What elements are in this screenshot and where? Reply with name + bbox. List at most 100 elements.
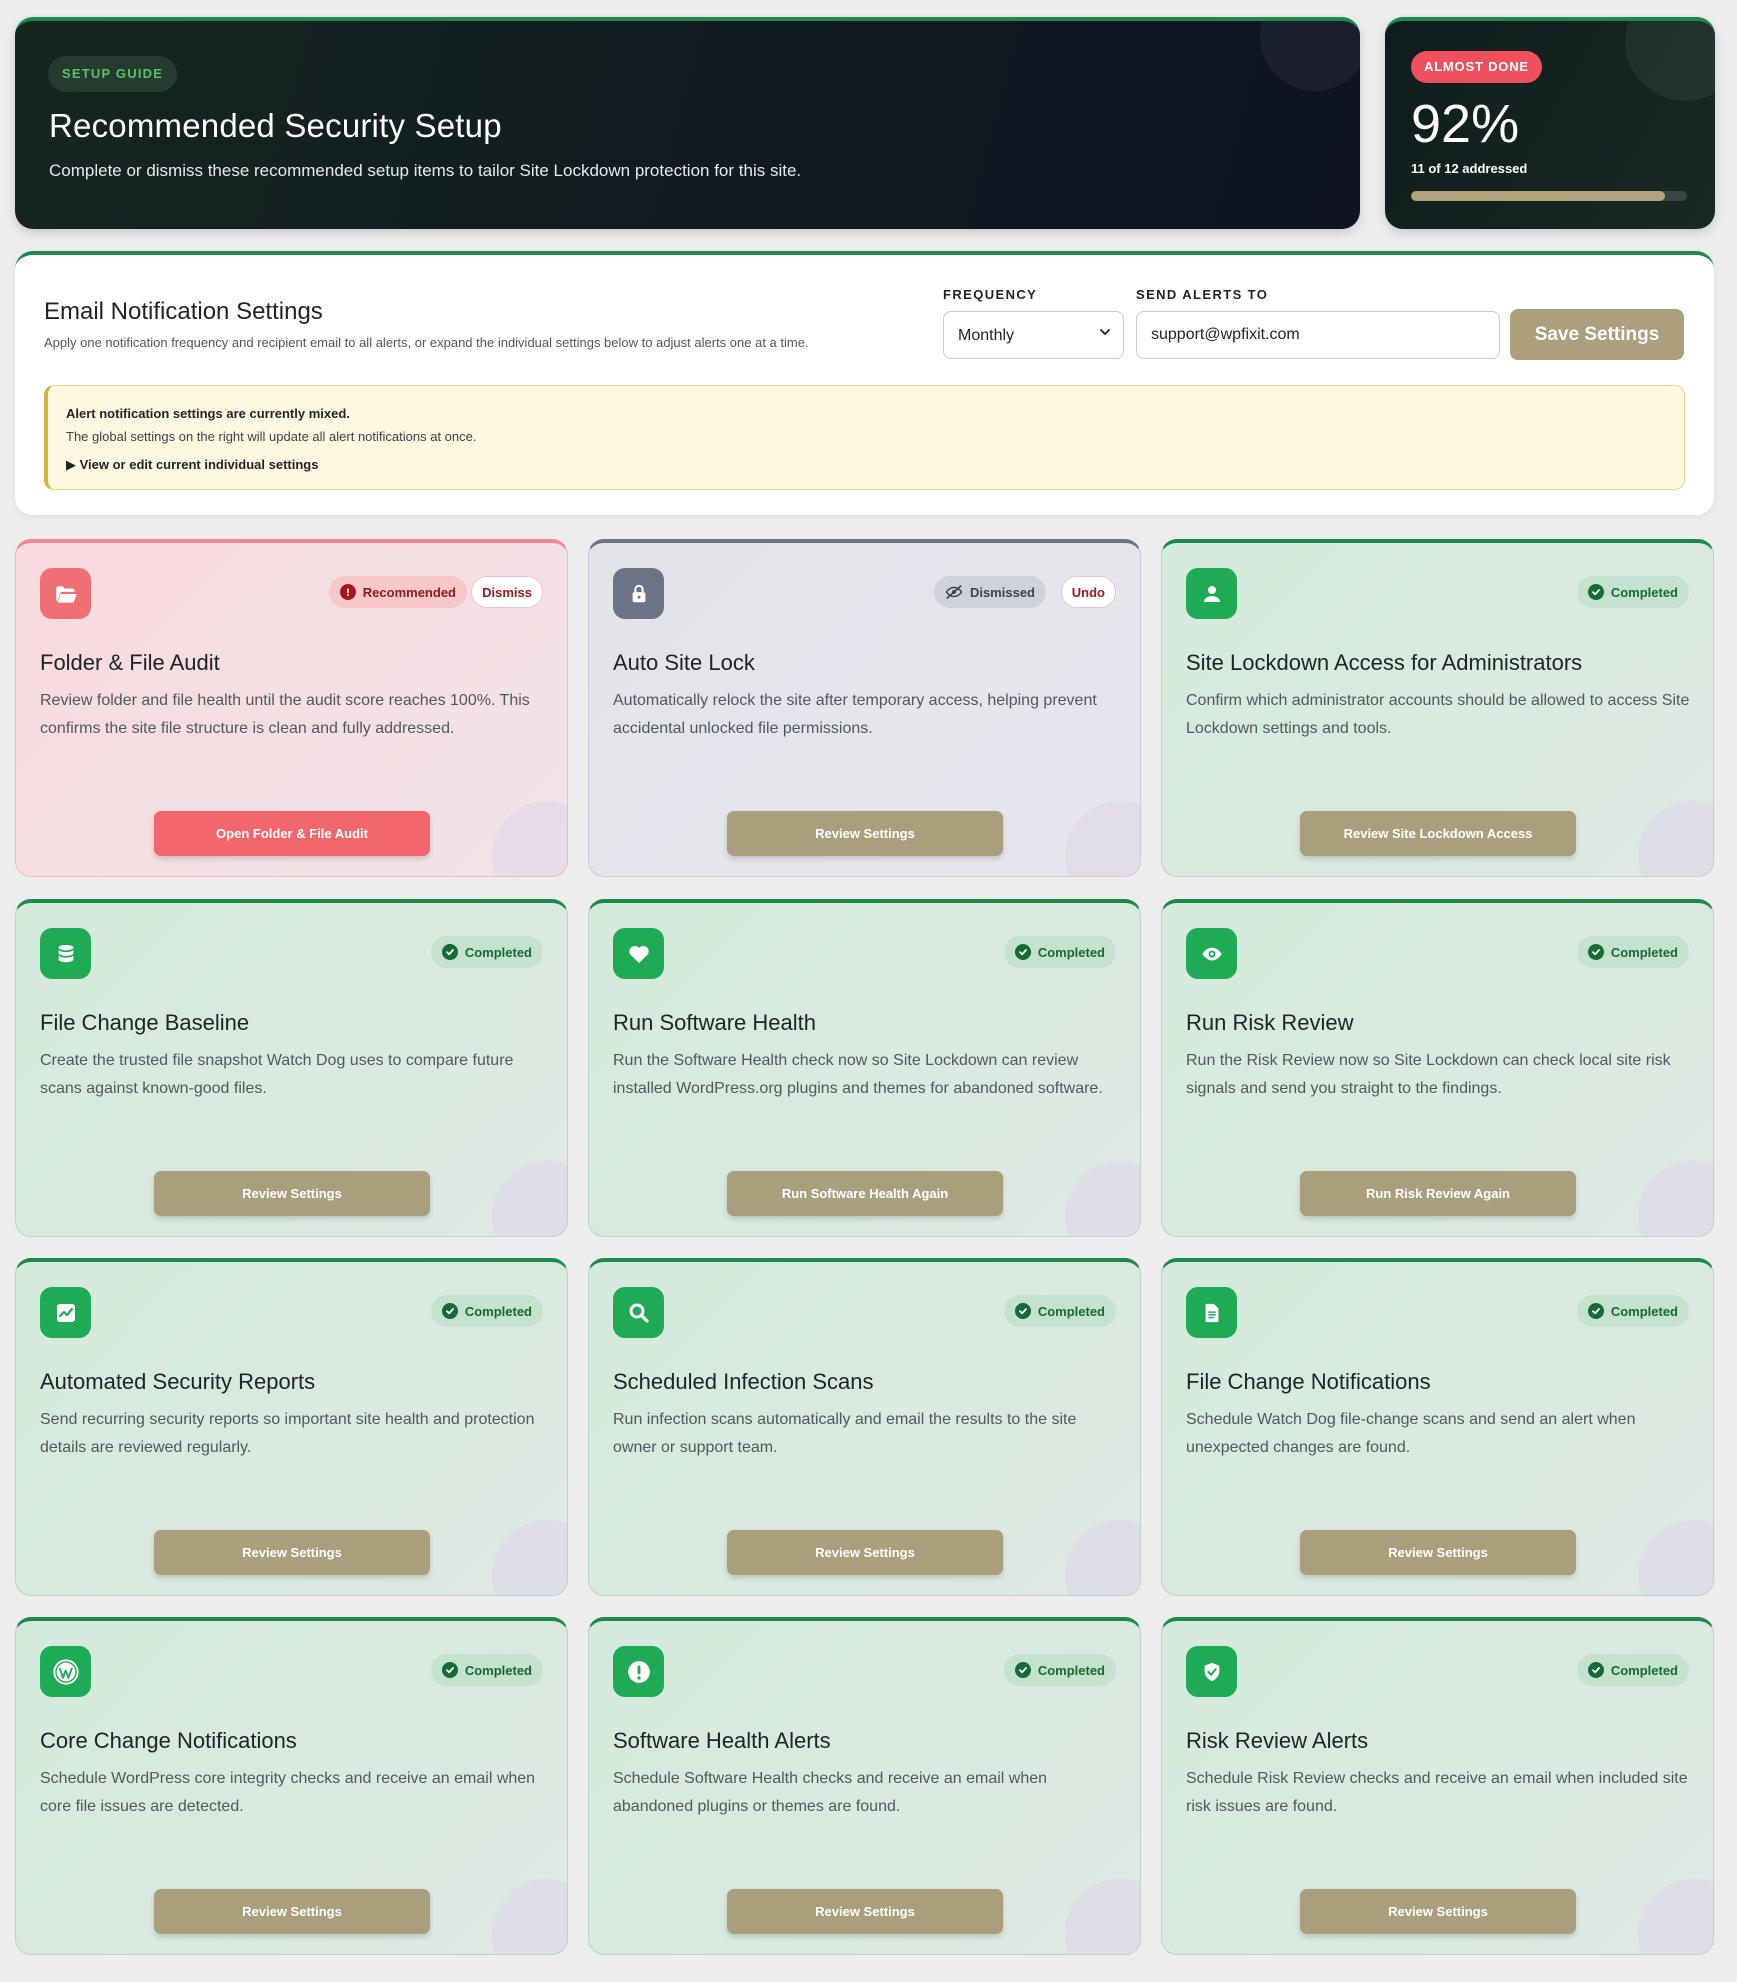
card-action-button[interactable]: Review Settings xyxy=(1300,1889,1576,1934)
card-action-button[interactable]: Review Site Lockdown Access xyxy=(1300,811,1576,856)
dismissed-badge: Dismissed xyxy=(933,576,1046,608)
card-action-button[interactable]: Review Settings xyxy=(727,1530,1003,1575)
page-subtitle: Complete or dismiss these recommended se… xyxy=(49,161,802,180)
card-title: Core Change Notifications xyxy=(40,1728,297,1753)
eye-off-icon xyxy=(945,584,963,600)
check-icon xyxy=(1587,1662,1604,1678)
card-description: Schedule WordPress core integrity checks… xyxy=(40,1770,536,1815)
progress-summary: 11 of 12 addressed xyxy=(1411,161,1528,176)
notice-heading: Alert notification settings are currentl… xyxy=(66,406,350,421)
view-individual-settings-toggle[interactable]: ▶ View or edit current individual settin… xyxy=(66,457,318,473)
completed-label: Completed xyxy=(1037,1662,1105,1678)
completed-badge: Completed xyxy=(1576,936,1689,968)
card-action-button[interactable]: Review Settings xyxy=(727,811,1003,856)
send-alerts-to-label: SEND ALERTS TO xyxy=(1136,287,1269,302)
email-settings-title: Email Notification Settings xyxy=(44,298,323,325)
setup-card-site-lockdown-access-for-administrators: Completed Site Lockdown Access for Admin… xyxy=(1161,539,1714,877)
check-icon xyxy=(1014,1662,1031,1678)
card-description: Automatically relock the site after temp… xyxy=(613,692,1097,737)
page-title: Recommended Security Setup xyxy=(49,107,502,144)
completed-badge: Completed xyxy=(430,936,543,968)
card-action-button[interactable]: Open Folder & File Audit xyxy=(154,811,430,856)
setup-card-auto-site-lock: Dismissed Undo Auto Site Lock Automatica… xyxy=(588,539,1141,877)
eye-icon xyxy=(1186,928,1237,979)
alert-icon xyxy=(613,1646,664,1697)
completed-badge: Completed xyxy=(1003,936,1116,968)
card-title: Site Lockdown Access for Administrators xyxy=(1186,650,1583,675)
lock-icon xyxy=(613,568,664,619)
setup-card-file-change-baseline: Completed File Change Baseline Create th… xyxy=(15,899,568,1237)
completed-label: Completed xyxy=(1610,584,1678,600)
completed-label: Completed xyxy=(1610,1662,1678,1678)
card-title: Automated Security Reports xyxy=(40,1369,316,1394)
card-title: Risk Review Alerts xyxy=(1186,1728,1369,1753)
decorative-circle xyxy=(1638,1520,1713,1595)
card-action-button[interactable]: Run Risk Review Again xyxy=(1300,1171,1576,1216)
progress-bar-fill xyxy=(1411,191,1665,201)
undo-button[interactable]: Undo xyxy=(1060,576,1116,608)
card-description: Send recurring security reports so impor… xyxy=(40,1411,535,1456)
setup-card-run-software-health: Completed Run Software Health Run the So… xyxy=(588,899,1141,1237)
check-icon xyxy=(441,1303,458,1319)
card-title: File Change Notifications xyxy=(1186,1369,1431,1394)
notice-text: The global settings on the right will up… xyxy=(66,429,477,444)
card-title: Scheduled Infection Scans xyxy=(613,1369,874,1394)
decorative-circle xyxy=(1638,1161,1713,1236)
setup-card-risk-review-alerts: Completed Risk Review Alerts Schedule Ri… xyxy=(1161,1617,1714,1955)
card-action-button[interactable]: Review Settings xyxy=(154,1530,430,1575)
completed-badge: Completed xyxy=(1576,576,1689,608)
completed-badge: Completed xyxy=(430,1295,543,1327)
save-settings-button[interactable]: Save Settings xyxy=(1510,309,1684,360)
email-notification-settings: Email Notification Settings Apply one no… xyxy=(15,251,1714,515)
card-action-button[interactable]: Review Settings xyxy=(154,1171,430,1216)
card-title: Run Risk Review xyxy=(1186,1010,1354,1035)
wordpress-icon xyxy=(40,1646,91,1697)
setup-guide-tag: SETUP GUIDE xyxy=(48,56,178,92)
completed-badge: Completed xyxy=(430,1654,543,1686)
database-icon xyxy=(40,928,91,979)
email-settings-description: Apply one notification frequency and rec… xyxy=(44,335,809,350)
user-icon xyxy=(1186,568,1237,619)
card-title: Folder & File Audit xyxy=(40,650,220,675)
decorative-circle xyxy=(1260,21,1360,91)
decorative-circle xyxy=(1065,1879,1140,1954)
almost-done-badge: ALMOST DONE xyxy=(1411,51,1542,83)
completed-badge: Completed xyxy=(1576,1654,1689,1686)
send-alerts-email-input[interactable] xyxy=(1136,311,1500,359)
check-icon xyxy=(441,944,458,960)
dismissed-label: Dismissed xyxy=(969,584,1035,600)
completed-label: Completed xyxy=(464,1303,532,1319)
card-description: Run the Risk Review now so Site Lockdown… xyxy=(1186,1052,1671,1097)
setup-card-folder-and-file-audit: Recommended Dismiss Folder & File Audit … xyxy=(15,539,568,877)
progress-percent: 92% xyxy=(1411,94,1520,154)
completed-badge: Completed xyxy=(1003,1654,1116,1686)
decorative-circle xyxy=(492,801,567,876)
card-title: Software Health Alerts xyxy=(613,1728,831,1753)
shield-icon xyxy=(1186,1646,1237,1697)
decorative-circle xyxy=(492,1520,567,1595)
card-action-button[interactable]: Review Settings xyxy=(154,1889,430,1934)
card-action-button[interactable]: Review Settings xyxy=(727,1889,1003,1934)
check-icon xyxy=(1587,584,1604,600)
card-description: Schedule Watch Dog file-change scans and… xyxy=(1186,1411,1636,1456)
frequency-label: FREQUENCY xyxy=(943,287,1038,302)
report-icon xyxy=(40,1287,91,1338)
exclamation-icon xyxy=(339,584,356,600)
frequency-select[interactable]: Monthly xyxy=(943,311,1124,359)
recommended-label: Recommended xyxy=(362,584,456,600)
decorative-circle xyxy=(1638,801,1713,876)
progress-bar xyxy=(1411,191,1687,201)
completed-label: Completed xyxy=(1610,1303,1678,1319)
decorative-circle xyxy=(492,1879,567,1954)
check-icon xyxy=(441,1662,458,1678)
setup-card-software-health-alerts: Completed Software Health Alerts Schedul… xyxy=(588,1617,1141,1955)
card-action-button[interactable]: Review Settings xyxy=(1300,1530,1576,1575)
decorative-circle xyxy=(492,1161,567,1236)
completed-badge: Completed xyxy=(1576,1295,1689,1327)
completed-badge: Completed xyxy=(1003,1295,1116,1327)
dismiss-button[interactable]: Dismiss xyxy=(471,576,543,608)
completed-label: Completed xyxy=(1610,944,1678,960)
card-action-button[interactable]: Run Software Health Again xyxy=(727,1171,1003,1216)
setup-card-core-change-notifications: Completed Core Change Notifications Sche… xyxy=(15,1617,568,1955)
document-icon xyxy=(1186,1287,1237,1338)
